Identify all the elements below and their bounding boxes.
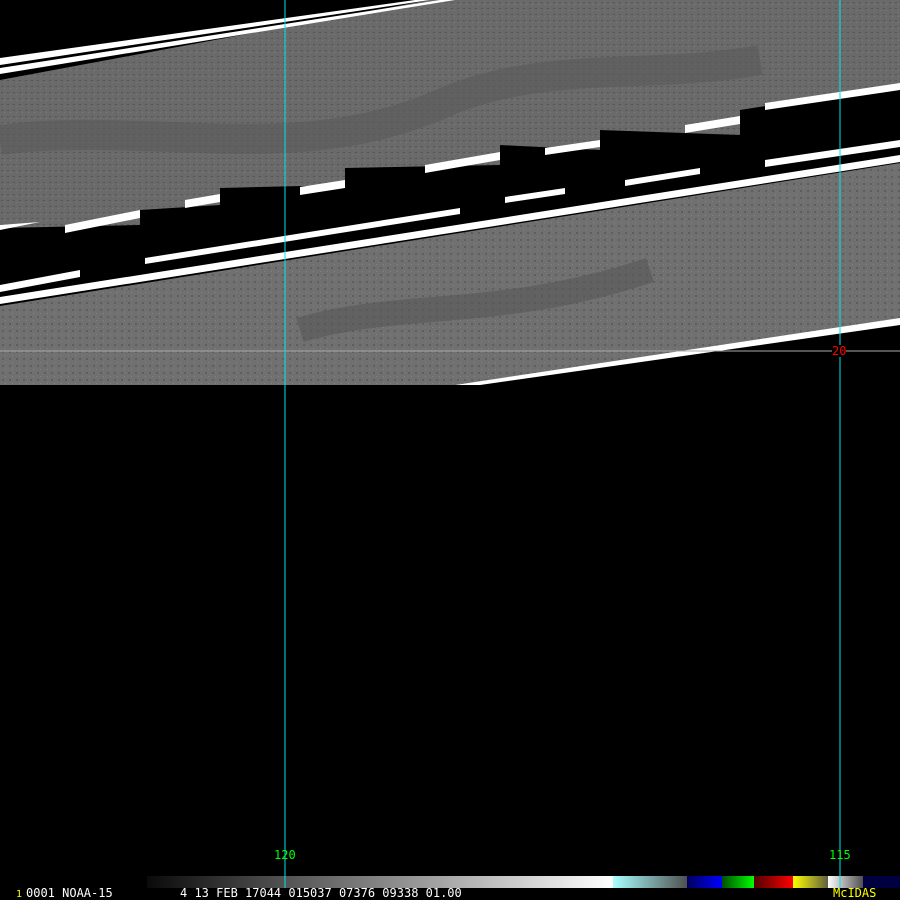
longitude-label-120: 120 — [274, 848, 296, 862]
mcidas-logo: McIDAS — [833, 886, 877, 900]
colorbar-cyan — [613, 876, 687, 888]
satellite-image-viewer: 20 120 115 1 0001 NOAA-15 4 13 FEB 17044… — [0, 0, 900, 900]
satellite-info: 0001 NOAA-15 — [26, 886, 113, 900]
latitude-label-20: 20 — [832, 344, 847, 358]
colorbar-blue — [687, 876, 722, 888]
satellite-imagery — [0, 0, 900, 888]
frame-number: 1 — [16, 889, 23, 900]
colorbar-yellow — [793, 876, 828, 888]
colorbar-red — [754, 876, 793, 888]
image-header: 4 13 FEB 17044 015037 07376 09338 01.00 — [180, 886, 462, 900]
colorbar-green — [722, 876, 754, 888]
longitude-label-115: 115 — [829, 848, 851, 862]
